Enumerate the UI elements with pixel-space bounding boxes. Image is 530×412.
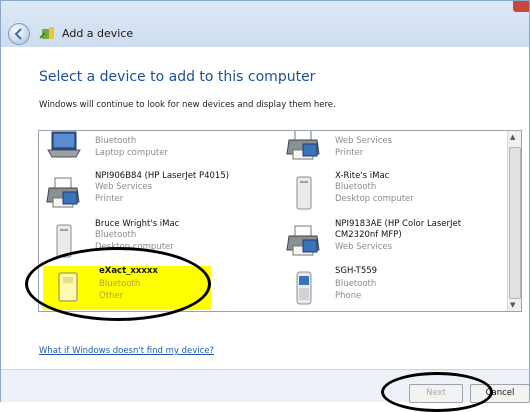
phone-icon <box>296 271 312 305</box>
add-device-icon <box>39 27 54 39</box>
device-name: NPI906B84 (HP LaserJet P4015) <box>95 171 230 181</box>
back-arrow-icon <box>14 28 22 40</box>
content-area: Select a device to add to this computer … <box>1 47 529 369</box>
list-item[interactable]: SGH-T559 Bluetooth Phone <box>279 266 489 311</box>
device-connection: Bluetooth <box>335 279 377 289</box>
scrollbar-thumb[interactable] <box>509 147 521 299</box>
annotation-oval <box>25 247 211 321</box>
page-subtext: Windows will continue to look for new de… <box>39 100 336 110</box>
list-item[interactable]: X-Rite's iMac Bluetooth Desktop computer <box>279 171 489 217</box>
annotation-oval <box>381 372 493 412</box>
device-connection: Web Services <box>335 242 393 252</box>
window-title: Add a device <box>62 27 134 40</box>
desktop-tower-icon <box>296 176 312 210</box>
device-type: Desktop computer <box>335 194 414 204</box>
device-connection: Web Services <box>335 136 393 146</box>
vertical-scrollbar[interactable]: ▲ ▼ <box>507 131 521 311</box>
device-name: Bruce Wright's iMac <box>95 219 180 229</box>
device-type: Phone <box>335 291 362 301</box>
device-name: NPI9183AE (HP Color LaserJet CM2320nf MF… <box>335 219 462 240</box>
laptop-icon <box>47 131 81 158</box>
device-connection: Web Services <box>95 182 153 192</box>
device-connection: Bluetooth <box>335 182 377 192</box>
device-type: Laptop computer <box>95 148 168 158</box>
device-type: Printer <box>335 148 364 158</box>
list-item[interactable]: Bluetooth Laptop computer <box>39 131 249 169</box>
help-link[interactable]: What if Windows doesn't find my device? <box>39 346 214 356</box>
scroll-down-arrow-icon[interactable]: ▼ <box>510 301 515 309</box>
list-item[interactable]: NPI906B84 (HP LaserJet P4015) Web Servic… <box>39 171 249 217</box>
printer-icon <box>286 131 320 160</box>
device-connection: Bluetooth <box>95 136 137 146</box>
device-name: X-Rite's iMac <box>335 171 390 181</box>
printer-icon <box>286 225 320 256</box>
page-heading: Select a device to add to this computer <box>39 69 316 85</box>
device-type: Printer <box>95 194 124 204</box>
add-device-window: Add a device Select a device to add to t… <box>0 0 530 412</box>
printer-icon <box>46 177 80 208</box>
close-button[interactable] <box>513 1 529 12</box>
scroll-up-arrow-icon[interactable]: ▲ <box>510 133 515 141</box>
list-item[interactable]: Web Services Printer <box>279 131 489 169</box>
list-item[interactable]: NPI9183AE (HP Color LaserJet CM2320nf MF… <box>279 219 489 265</box>
back-button[interactable] <box>8 23 30 45</box>
device-connection: Bluetooth <box>95 230 137 240</box>
title-bar: Add a device <box>1 1 529 47</box>
device-name: SGH-T559 <box>335 266 378 276</box>
